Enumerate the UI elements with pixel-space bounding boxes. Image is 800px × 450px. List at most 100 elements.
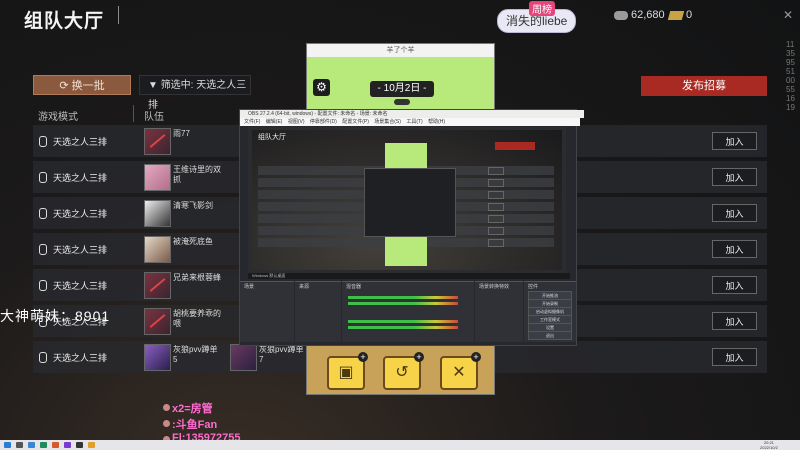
app-icon[interactable] [64, 442, 71, 448]
row-mode: 天选之人三排 [53, 137, 108, 147]
avatar[interactable] [144, 164, 171, 191]
obs-window: OBS 27.2.4 (64-bit, windows) - 配置文件: 未命名… [239, 109, 584, 346]
close-icon[interactable]: ✕ [783, 8, 793, 22]
row-mode: 天选之人三排 [53, 353, 108, 363]
refresh-icon: ⟳ [59, 80, 72, 92]
preview-join [488, 203, 504, 211]
join-button[interactable]: 加入 [712, 276, 757, 294]
row-mode: 天选之人三排 [53, 281, 108, 291]
shuffle-icon: ✕ [452, 364, 466, 381]
sources-title: 来源 [299, 284, 310, 290]
refresh-label: 换一批 [71, 80, 105, 92]
folder-icon[interactable] [88, 442, 95, 448]
player-name: 灰狼pvv蹲单7 [259, 345, 304, 364]
game-remove-button[interactable]: ▣ + [327, 352, 368, 390]
join-button[interactable]: 加入 [712, 132, 757, 150]
clock-date: 2022/10/2 [760, 445, 778, 450]
controls-dock: 控件 开始推流 开始录制 启动虚拟摄像机 工作室模式 设置 退出 [524, 281, 576, 342]
transitions-dock[interactable]: 场景转换特效 [475, 281, 523, 342]
mixer-meter [348, 296, 458, 299]
exit-button[interactable]: 退出 [528, 331, 572, 340]
avatar[interactable] [144, 200, 171, 227]
app-icon[interactable] [40, 442, 47, 448]
scenes-dock[interactable]: 场景 [240, 281, 294, 342]
obs-menubar[interactable]: 文件(F) 编辑(E) 视图(V) 停靠部件(D) 配置文件(P) 场景集合(S… [240, 118, 580, 126]
preview-join [488, 215, 504, 223]
preview-join [488, 191, 504, 199]
preview-join [488, 239, 504, 247]
mixer-meter [348, 302, 458, 305]
gear-icon[interactable]: ⚙ [313, 79, 330, 96]
join-button[interactable]: 加入 [712, 312, 757, 330]
join-button[interactable]: 加入 [712, 240, 757, 258]
coin-icon [614, 11, 628, 20]
page-title: 组队大厅 [24, 11, 105, 32]
ticket-icon [667, 11, 685, 20]
windows-start-icon[interactable] [4, 442, 11, 448]
preview-join [488, 227, 504, 235]
player-name: 王维诗里的双抓 [173, 165, 221, 184]
player-name: 雨77 [173, 129, 190, 138]
row-mode: 天选之人三排 [53, 209, 108, 219]
post-recruit-button[interactable]: 发布招募 [641, 76, 767, 96]
obs-preview-post-button [495, 142, 535, 150]
transitions-title: 场景转换特效 [479, 284, 510, 290]
column-header-team: 队伍 [144, 112, 164, 123]
plus-icon: + [414, 352, 424, 362]
filter-label: 筛选中: 天选之人三排 [148, 80, 247, 111]
player-name: 灰狼pvv蹲单5 [173, 345, 218, 364]
taskbar-clock: 20:21 2022/10/2 [760, 440, 778, 450]
mixer-meter [348, 326, 458, 329]
mixer-dock[interactable]: 混音器 [342, 281, 474, 342]
row-mode: 天选之人三排 [53, 173, 108, 183]
mic-icon [39, 208, 47, 219]
mixer-title: 混音器 [346, 284, 362, 290]
join-button[interactable]: 加入 [712, 204, 757, 222]
game-window-title: 羊了个羊 [307, 44, 494, 57]
filter-chip[interactable]: ▼ 筛选中: 天选之人三排 [139, 75, 251, 111]
mic-icon [39, 352, 47, 363]
player-name: 胡桃要养乖的喂 [173, 309, 221, 328]
rocket-icon [163, 404, 170, 411]
browser-icon[interactable] [28, 442, 35, 448]
game-shuffle-button[interactable]: ✕ + [440, 352, 481, 390]
plus-icon: + [471, 352, 481, 362]
plus-icon: + [358, 352, 368, 362]
overlay-line: :斗鱼Fan [172, 419, 218, 431]
undo-icon: ↺ [395, 364, 409, 381]
clipboard-icon: ▣ [338, 364, 354, 381]
avatar[interactable] [144, 308, 171, 335]
avatar[interactable] [144, 272, 171, 299]
scenes-title: 场景 [244, 284, 255, 290]
player-id-vertical: 1135955100551619 [786, 40, 795, 112]
filter-icon: ▼ [148, 80, 161, 91]
obs-title: OBS 27.2.4 (64-bit, windows) - 配置文件: 未命名… [240, 110, 584, 118]
obs-preview: 组队大厅 [248, 127, 566, 274]
avatar[interactable] [144, 236, 171, 263]
obs-preview-image: 组队大厅 [252, 130, 562, 270]
overlay-line: x2=房管 [172, 403, 213, 415]
app-icon[interactable] [52, 442, 59, 448]
game-undo-button[interactable]: ↺ + [383, 352, 424, 390]
join-button[interactable]: 加入 [712, 348, 757, 366]
streamer-rank-tag: 周榜 [529, 1, 555, 16]
obs-preview-title: 组队大厅 [258, 134, 286, 141]
mic-icon [39, 172, 47, 183]
coin-balance: 62,680 [631, 9, 665, 21]
key-icon [394, 99, 410, 105]
ticket-balance: 0 [686, 9, 693, 21]
mic-icon [39, 244, 47, 255]
game-date-label: - 10月2日 - [370, 81, 434, 97]
refresh-button[interactable]: ⟳ 换一批 [33, 75, 131, 95]
obs-icon[interactable] [76, 442, 83, 448]
mic-icon [39, 136, 47, 147]
avatar[interactable] [230, 344, 257, 371]
avatar[interactable] [144, 128, 171, 155]
join-button[interactable]: 加入 [712, 168, 757, 186]
sources-dock[interactable]: 来源 [295, 281, 341, 342]
mixer-meter [348, 320, 458, 323]
avatar[interactable] [144, 344, 171, 371]
search-icon[interactable] [16, 442, 23, 448]
mic-icon [39, 280, 47, 291]
column-divider [133, 105, 134, 122]
